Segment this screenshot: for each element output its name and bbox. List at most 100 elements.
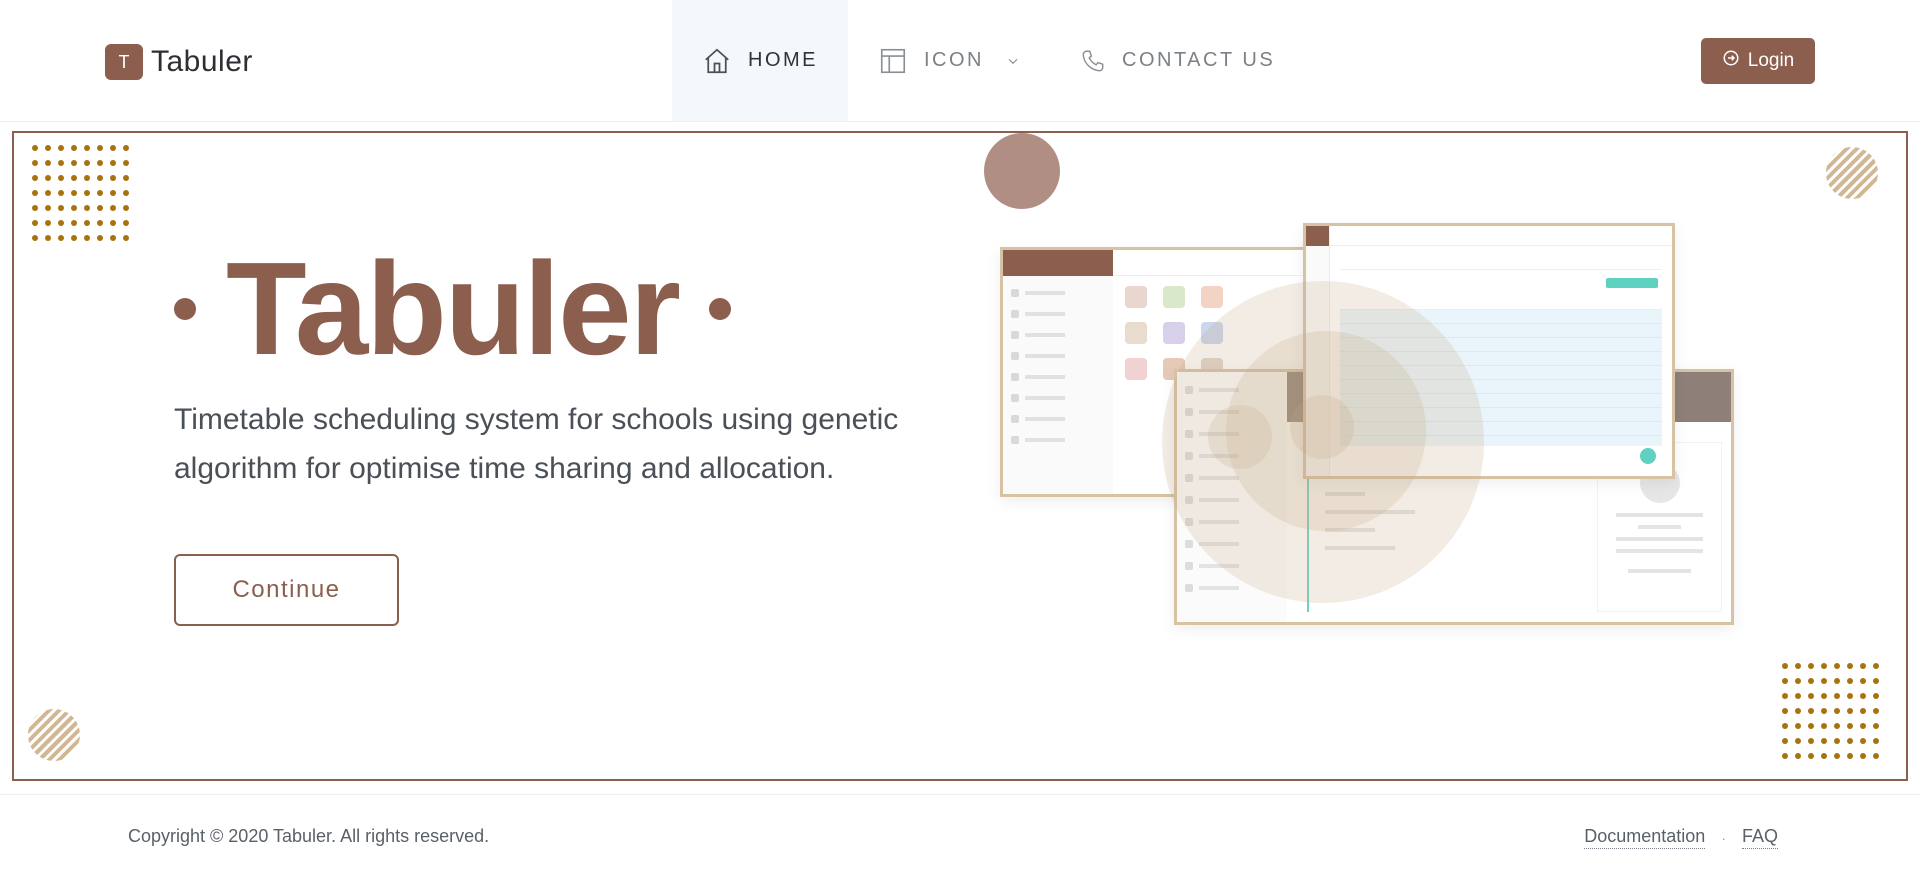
decor-dot xyxy=(1873,663,1879,669)
decor-dot xyxy=(84,220,90,226)
decor-dot xyxy=(1834,738,1840,744)
hero-title-text: Tabuler xyxy=(226,235,681,382)
decor-dot xyxy=(1834,723,1840,729)
decor-dot xyxy=(110,175,116,181)
layout-icon xyxy=(878,46,908,76)
chevron-down-icon xyxy=(1006,54,1020,68)
decor-dot xyxy=(32,175,38,181)
timetable-screenshot-add-button xyxy=(1606,278,1658,288)
decor-dot xyxy=(1860,738,1866,744)
decor-dot xyxy=(1860,753,1866,759)
decor-dot xyxy=(110,190,116,196)
title-bullet-right xyxy=(708,298,731,320)
decor-dot xyxy=(1821,663,1827,669)
decor-dot xyxy=(32,205,38,211)
hero-section: Tabuler Timetable scheduling system for … xyxy=(12,131,1908,781)
decor-dot xyxy=(1808,753,1814,759)
home-icon xyxy=(702,46,732,76)
decor-dot xyxy=(45,190,51,196)
decor-dot xyxy=(1782,678,1788,684)
phone-icon xyxy=(1080,48,1106,74)
decor-dot xyxy=(84,145,90,151)
decor-dot xyxy=(123,145,129,151)
decor-dot xyxy=(84,175,90,181)
decor-dot xyxy=(1782,738,1788,744)
hatched-circle-top-right xyxy=(1826,147,1878,199)
decor-dot xyxy=(1808,693,1814,699)
decor-dot xyxy=(58,205,64,211)
decor-dot xyxy=(110,235,116,241)
decor-dot xyxy=(1782,708,1788,714)
decor-dot xyxy=(1834,708,1840,714)
decor-dot xyxy=(58,190,64,196)
decor-dot xyxy=(1821,723,1827,729)
decor-dot xyxy=(1782,693,1788,699)
timetable-screenshot-toolbar xyxy=(1340,254,1662,270)
footer: Copyright © 2020 Tabuler. All rights res… xyxy=(0,794,1920,877)
decor-dot xyxy=(97,175,103,181)
decor-dot xyxy=(1873,753,1879,759)
decor-dot xyxy=(1834,663,1840,669)
footer-separator: · xyxy=(1721,829,1726,846)
decorative-blob xyxy=(984,133,1060,209)
decor-dot xyxy=(110,220,116,226)
halo-small xyxy=(1208,405,1272,469)
login-button[interactable]: Login xyxy=(1701,38,1815,84)
decor-dot xyxy=(1873,723,1879,729)
decor-dot xyxy=(1795,678,1801,684)
login-label: Login xyxy=(1747,50,1795,71)
decor-dot xyxy=(1795,708,1801,714)
decor-dot xyxy=(1782,723,1788,729)
decor-dot xyxy=(1808,723,1814,729)
decor-dot xyxy=(1795,738,1801,744)
decor-dot xyxy=(1847,753,1853,759)
decor-dot xyxy=(97,220,103,226)
decor-dot xyxy=(1860,678,1866,684)
decor-dot xyxy=(58,145,64,151)
decor-dot xyxy=(1873,738,1879,744)
footer-links: Documentation · FAQ xyxy=(1584,826,1778,849)
decor-dot xyxy=(71,160,77,166)
nav-item-contact[interactable]: CONTACT US xyxy=(1050,0,1305,121)
dot-pattern-top-left xyxy=(32,145,129,241)
copyright-text: Copyright © 2020 Tabuler. All rights res… xyxy=(128,826,490,846)
decor-dot xyxy=(1782,753,1788,759)
nav-item-contact-label: CONTACT US xyxy=(1122,49,1276,71)
decor-dot xyxy=(45,220,51,226)
decor-dot xyxy=(97,190,103,196)
nav-item-icon-label: ICON xyxy=(924,49,984,71)
decor-dot xyxy=(123,175,129,181)
brand-name: Tabuler xyxy=(151,45,253,78)
halo-small-2 xyxy=(1290,395,1354,459)
decor-dot xyxy=(1847,693,1853,699)
documentation-link[interactable]: Documentation xyxy=(1584,826,1706,849)
decor-dot xyxy=(1873,693,1879,699)
decor-dot xyxy=(58,220,64,226)
nav-item-home[interactable]: HOME xyxy=(672,0,848,121)
nav-item-icon[interactable]: ICON xyxy=(848,0,1050,121)
continue-button[interactable]: Continue xyxy=(174,554,399,626)
decor-dot xyxy=(1808,678,1814,684)
decor-dot xyxy=(1782,663,1788,669)
brand[interactable]: T Tabuler xyxy=(105,44,253,80)
decor-dot xyxy=(1795,693,1801,699)
decor-dot xyxy=(84,205,90,211)
decor-dot xyxy=(110,145,116,151)
decor-dot xyxy=(1860,663,1866,669)
decor-dot xyxy=(1821,693,1827,699)
decor-dot xyxy=(123,205,129,211)
decor-dot xyxy=(1847,738,1853,744)
decor-dot xyxy=(45,175,51,181)
decor-dot xyxy=(71,220,77,226)
main-nav: HOME ICON CONTACT US xyxy=(672,0,1305,121)
decor-dot xyxy=(1821,708,1827,714)
hatched-circle-bottom-left xyxy=(28,709,80,761)
timetable-screenshot-topbar xyxy=(1330,226,1672,246)
decor-dot xyxy=(97,145,103,151)
decor-dot xyxy=(123,160,129,166)
decor-dot xyxy=(1847,678,1853,684)
decor-dot xyxy=(71,175,77,181)
title-bullet-left xyxy=(174,298,196,320)
nav-item-home-label: HOME xyxy=(748,49,818,71)
faq-link[interactable]: FAQ xyxy=(1741,826,1778,849)
